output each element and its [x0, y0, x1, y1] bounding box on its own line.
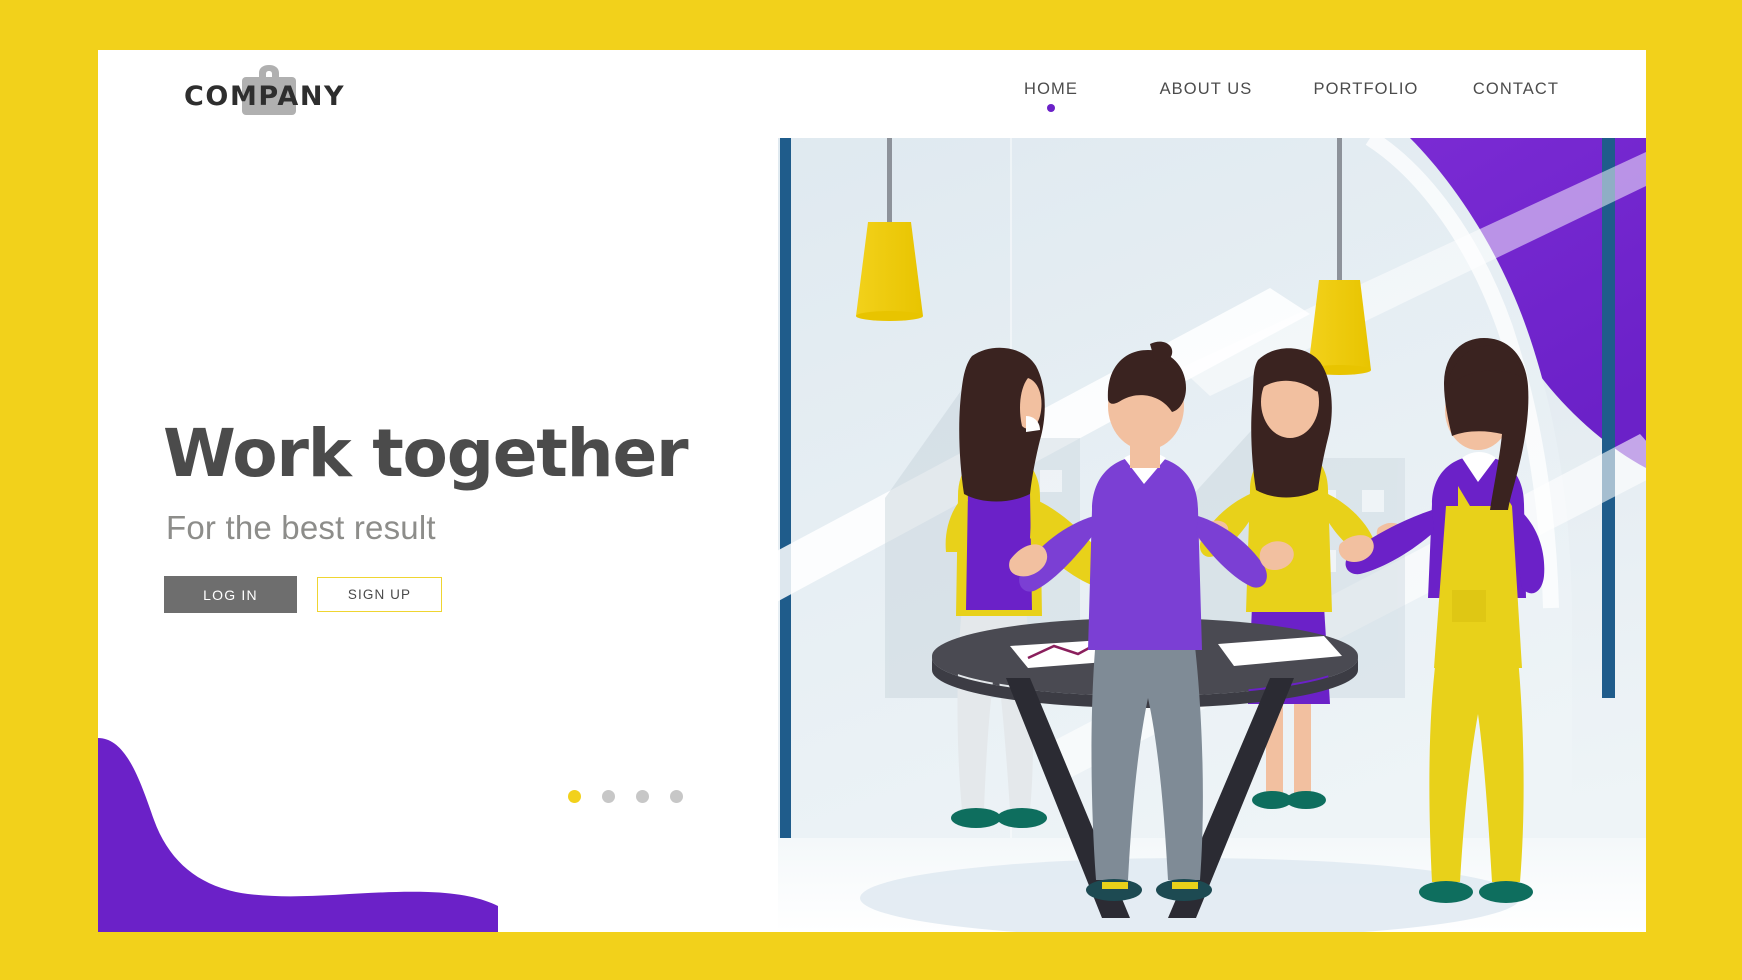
window-frame-right [1602, 138, 1615, 698]
hero-illustration [710, 138, 1646, 932]
brand-logo[interactable]: COMPANY [184, 60, 414, 130]
carousel-dot-3[interactable] [636, 790, 649, 803]
brand-name: COMPANY [184, 81, 346, 112]
page-canvas: Work together For the best result LOG IN… [0, 0, 1742, 980]
nav-item-about-us[interactable]: ABOUT US [1126, 80, 1286, 99]
site-header: COMPANY HOME ABOUT US PORTFOLIO CONTACT [98, 50, 1646, 138]
purple-blob-decoration [98, 738, 498, 932]
nav-item-contact[interactable]: CONTACT [1446, 80, 1586, 99]
nav-item-contact-label: CONTACT [1472, 80, 1560, 98]
nav-item-portfolio-label: PORTFOLIO [1313, 80, 1419, 98]
hero-left-panel: Work together For the best result LOG IN… [98, 138, 778, 932]
carousel-dot-2[interactable] [602, 790, 615, 803]
sign-up-button[interactable]: SIGN UP [317, 577, 442, 612]
hero-action-buttons: LOG IN SIGN UP [164, 576, 442, 613]
carousel-dot-4[interactable] [670, 790, 683, 803]
nav-item-about-us-label: ABOUT US [1159, 80, 1253, 98]
main-navigation: HOME ABOUT US PORTFOLIO CONTACT [976, 80, 1586, 112]
log-in-button[interactable]: LOG IN [164, 576, 297, 613]
page-subtitle: For the best result [166, 509, 436, 546]
page-title: Work together [163, 415, 689, 492]
nav-item-portfolio[interactable]: PORTFOLIO [1286, 80, 1446, 99]
carousel-dots [568, 790, 683, 803]
window-frame-left [780, 138, 791, 854]
carousel-dot-1[interactable] [568, 790, 581, 803]
landing-page-card: Work together For the best result LOG IN… [98, 50, 1646, 932]
nav-item-home-label: HOME [1024, 80, 1078, 98]
nav-item-home[interactable]: HOME [976, 80, 1126, 112]
nav-active-indicator-dot [1047, 104, 1055, 112]
